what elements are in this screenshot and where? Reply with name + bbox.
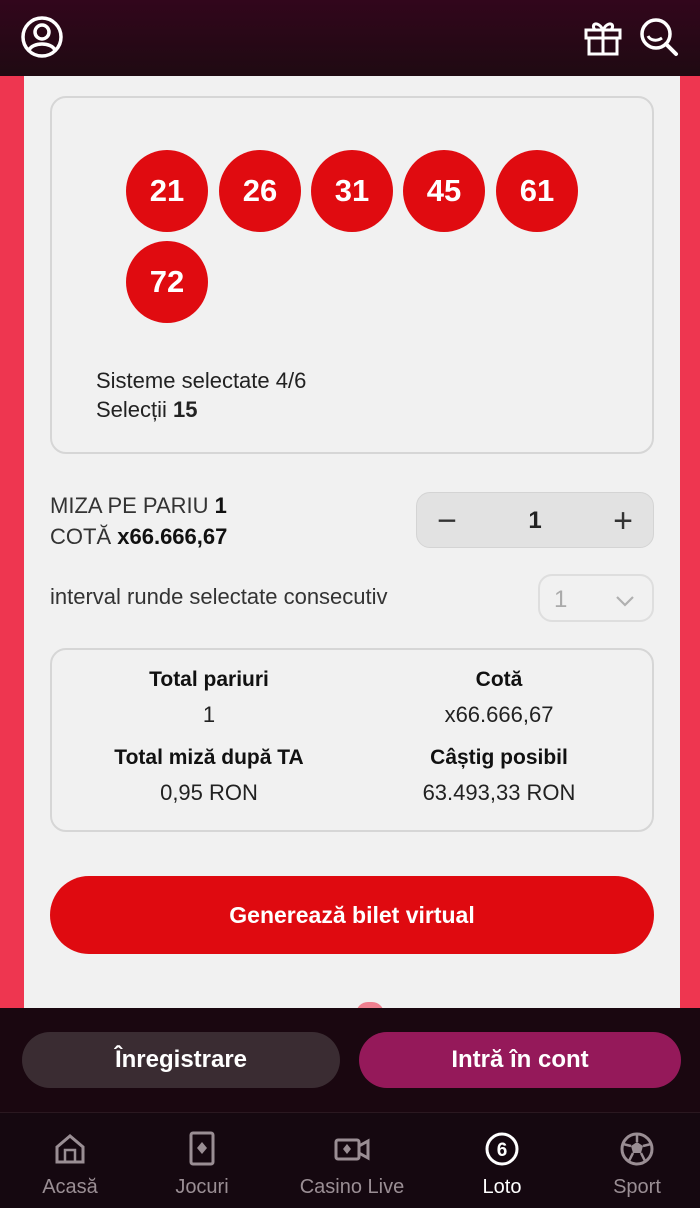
systems-selected-text: Sisteme selectate 4/6	[96, 368, 307, 393]
search-icon[interactable]	[636, 14, 682, 60]
login-button[interactable]: Intră în cont	[359, 1032, 681, 1088]
interval-selected-value: 1	[554, 586, 568, 613]
interval-select[interactable]: 1	[538, 574, 654, 622]
selections-value: 15	[173, 397, 198, 422]
nav-label-games: Jocuri	[175, 1176, 229, 1198]
total-stake-label: Total miză după TA	[114, 746, 304, 769]
stake-info: MIZA PE PARIU 1 COTĂ x66.666,67	[50, 490, 227, 552]
number-ball[interactable]: 26	[219, 150, 301, 232]
stake-label: MIZA PE PARIU	[50, 493, 209, 518]
stake-stepper: − 1 +	[416, 492, 654, 548]
stake-value: 1	[214, 493, 227, 518]
stake-stepper-value[interactable]: 1	[477, 493, 593, 549]
number-ball[interactable]: 45	[403, 150, 485, 232]
total-bets-label: Total pariuri	[149, 668, 269, 691]
generate-ticket-button[interactable]: Generează bilet virtual	[50, 876, 654, 954]
cards-icon	[189, 1131, 215, 1166]
summary-odds-value: x66.666,67	[444, 702, 554, 727]
selected-numbers-card: 21 26 31 45 61 72 Sisteme selectate 4/6 …	[50, 96, 654, 454]
selection-info: Sisteme selectate 4/6 Selecții 15	[96, 366, 306, 424]
right-accent-strip	[680, 76, 700, 1008]
selections-label: Selecții	[96, 397, 167, 422]
football-icon	[620, 1132, 654, 1166]
nav-item-home[interactable]: Acasă	[0, 1113, 140, 1208]
nav-item-games[interactable]: Jocuri	[132, 1113, 272, 1208]
chevron-down-icon	[616, 596, 634, 607]
register-button[interactable]: Înregistrare	[22, 1032, 340, 1088]
increase-stake-button[interactable]: +	[593, 493, 653, 549]
left-accent-strip	[0, 76, 24, 1008]
home-icon	[55, 1134, 85, 1164]
number-ball[interactable]: 61	[496, 150, 578, 232]
gift-icon[interactable]	[580, 14, 626, 60]
user-icon[interactable]	[19, 14, 65, 60]
nav-item-sport[interactable]: Sport	[567, 1113, 700, 1208]
selections-count: Selecții 15	[96, 395, 306, 424]
top-bar	[0, 0, 700, 76]
live-camera-icon	[334, 1138, 370, 1161]
total-stake-value: 0,95 RON	[160, 780, 258, 805]
nav-label-sport: Sport	[613, 1176, 661, 1198]
decrease-stake-button[interactable]: −	[417, 493, 477, 549]
auth-bar: Înregistrare Intră în cont	[0, 1008, 700, 1112]
interval-label: interval runde selectate consecutiv	[50, 584, 388, 609]
odds-value: x66.666,67	[117, 524, 228, 549]
nav-label-home: Acasă	[42, 1176, 98, 1198]
bottom-navigation: Acasă Jocuri Casino Live 6 Loto Sport	[0, 1112, 700, 1208]
bet-summary-card: Total pariuri 1 Cotă x66.666,67 Total mi…	[50, 648, 654, 832]
nav-label-casino-live: Casino Live	[299, 1176, 405, 1198]
total-bets: Total pariuri 1	[64, 668, 354, 728]
ticket-panel: 21 26 31 45 61 72 Sisteme selectate 4/6 …	[24, 76, 680, 1008]
loto-ball-number: 6	[497, 1140, 508, 1161]
possible-win-value: 63.493,33 RON	[422, 780, 576, 805]
odds-label: COTĂ	[50, 524, 112, 549]
loto-ball-icon: 6	[485, 1132, 519, 1166]
stake-per-bet: MIZA PE PARIU 1	[50, 490, 227, 521]
number-ball[interactable]: 21	[126, 150, 208, 232]
summary-odds: Cotă x66.666,67	[354, 668, 644, 728]
odds-line: COTĂ x66.666,67	[50, 521, 227, 552]
possible-win-label: Câștig posibil	[430, 746, 568, 769]
number-ball[interactable]: 72	[126, 241, 208, 323]
total-bets-value: 1	[202, 702, 216, 727]
possible-win: Câștig posibil 63.493,33 RON	[354, 746, 644, 806]
nav-item-casino-live[interactable]: Casino Live	[282, 1113, 422, 1208]
total-stake: Total miză după TA 0,95 RON	[64, 746, 354, 806]
nav-item-loto[interactable]: 6 Loto	[432, 1113, 572, 1208]
summary-odds-label: Cotă	[475, 668, 523, 691]
number-ball[interactable]: 31	[311, 150, 393, 232]
nav-label-loto: Loto	[482, 1176, 522, 1198]
